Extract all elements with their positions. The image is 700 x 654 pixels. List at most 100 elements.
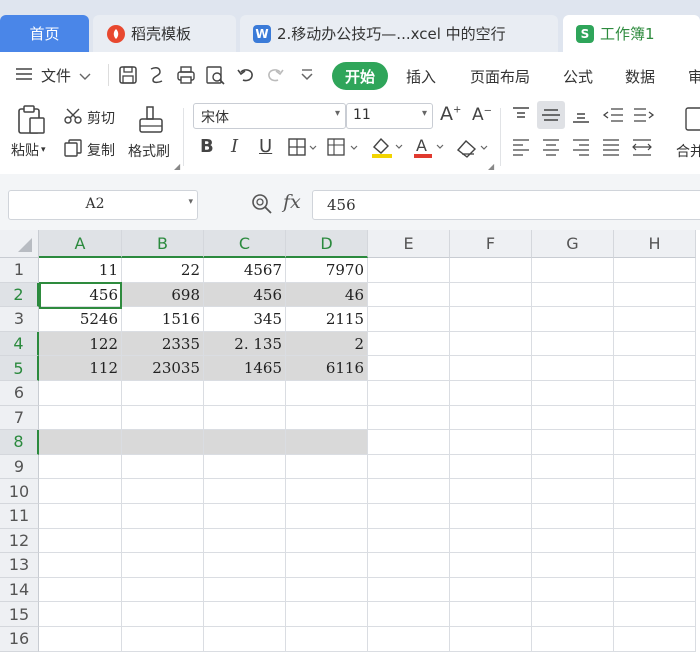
cell-c9[interactable] xyxy=(204,454,286,480)
column-header-a[interactable]: A xyxy=(39,230,122,258)
cell-h2[interactable] xyxy=(614,282,696,308)
cell-h1[interactable] xyxy=(614,258,696,283)
cell-a5[interactable]: 112 xyxy=(39,356,122,381)
cell-f4[interactable] xyxy=(450,331,532,357)
cell-f5[interactable] xyxy=(450,356,532,381)
menu-item-insert[interactable]: 插入 xyxy=(406,66,436,87)
column-header-e[interactable]: E xyxy=(368,230,450,258)
cell-e7[interactable] xyxy=(368,405,450,431)
cell-e10[interactable] xyxy=(368,479,450,504)
row-header-8[interactable]: 8 xyxy=(0,430,39,455)
distributed-align-icon[interactable] xyxy=(630,137,654,161)
cell-f15[interactable] xyxy=(450,602,532,627)
format-painter-label[interactable]: 格式刷 xyxy=(128,141,170,161)
cell-f11[interactable] xyxy=(450,504,532,529)
cell-a16[interactable] xyxy=(39,627,122,652)
cell-h9[interactable] xyxy=(614,454,696,480)
cell-d6[interactable] xyxy=(286,381,368,406)
cell-a12[interactable] xyxy=(39,528,122,554)
cell-b1[interactable]: 22 xyxy=(122,258,204,283)
cell-e2[interactable] xyxy=(368,282,450,308)
cell-b12[interactable] xyxy=(122,528,204,554)
font-color-icon[interactable]: A xyxy=(412,135,446,163)
cell-b9[interactable] xyxy=(122,454,204,480)
cell-d10[interactable] xyxy=(286,479,368,504)
cell-g5[interactable] xyxy=(532,356,614,381)
cell-f1[interactable] xyxy=(450,258,532,283)
cell-h15[interactable] xyxy=(614,602,696,627)
format-painter-icon[interactable] xyxy=(136,104,166,140)
cell-b4[interactable]: 2335 xyxy=(122,331,204,357)
cell-b10[interactable] xyxy=(122,479,204,504)
cell-d8[interactable] xyxy=(286,430,368,455)
cell-b14[interactable] xyxy=(122,577,204,603)
row-header-2[interactable]: 2 xyxy=(0,282,39,308)
cell-h12[interactable] xyxy=(614,528,696,554)
cell-a7[interactable] xyxy=(39,405,122,431)
cell-g15[interactable] xyxy=(532,602,614,627)
merge-cells-icon[interactable] xyxy=(683,106,700,136)
export-pdf-icon[interactable] xyxy=(146,64,168,86)
cell-f9[interactable] xyxy=(450,454,532,480)
cell-c2[interactable]: 456 xyxy=(204,282,286,308)
cell-d11[interactable] xyxy=(286,504,368,529)
print-preview-icon[interactable] xyxy=(204,64,226,86)
cell-d1[interactable]: 7970 xyxy=(286,258,368,283)
italic-icon[interactable]: I xyxy=(231,136,238,157)
cut-button[interactable]: 剪切 xyxy=(63,107,115,129)
menu-item-data[interactable]: 数据 xyxy=(625,66,655,87)
cell-f8[interactable] xyxy=(450,430,532,455)
cell-a8[interactable] xyxy=(39,430,122,455)
clear-format-icon[interactable] xyxy=(455,137,489,163)
row-header-12[interactable]: 12 xyxy=(0,528,39,554)
cell-c6[interactable] xyxy=(204,381,286,406)
cell-d7[interactable] xyxy=(286,405,368,431)
cell-c13[interactable] xyxy=(204,553,286,578)
cell-c1[interactable]: 4567 xyxy=(204,258,286,283)
cell-f2[interactable] xyxy=(450,282,532,308)
cell-b15[interactable] xyxy=(122,602,204,627)
merge-label[interactable]: 合并 xyxy=(676,141,700,161)
cell-h13[interactable] xyxy=(614,553,696,578)
align-center-icon[interactable] xyxy=(540,137,562,161)
cell-a13[interactable] xyxy=(39,553,122,578)
cell-d9[interactable] xyxy=(286,454,368,480)
cell-f6[interactable] xyxy=(450,381,532,406)
cell-a3[interactable]: 5246 xyxy=(39,307,122,332)
menu-item-review[interactable]: 审 xyxy=(688,66,700,87)
cell-d4[interactable]: 2 xyxy=(286,331,368,357)
cell-c7[interactable] xyxy=(204,405,286,431)
borders-icon[interactable] xyxy=(288,138,318,160)
cell-g16[interactable] xyxy=(532,627,614,652)
cell-h8[interactable] xyxy=(614,430,696,455)
cell-a9[interactable] xyxy=(39,454,122,480)
fill-color-icon[interactable] xyxy=(370,135,404,163)
cell-d14[interactable] xyxy=(286,577,368,603)
cell-e15[interactable] xyxy=(368,602,450,627)
cell-d12[interactable] xyxy=(286,528,368,554)
cell-f14[interactable] xyxy=(450,577,532,603)
undo-icon[interactable] xyxy=(235,64,257,86)
align-bottom-icon[interactable] xyxy=(570,105,592,129)
row-header-13[interactable]: 13 xyxy=(0,553,39,578)
cell-f12[interactable] xyxy=(450,528,532,554)
cell-e6[interactable] xyxy=(368,381,450,406)
select-all-corner[interactable] xyxy=(0,230,39,258)
cell-style-icon[interactable] xyxy=(327,138,359,160)
cell-g10[interactable] xyxy=(532,479,614,504)
cell-a4[interactable]: 122 xyxy=(39,331,122,357)
row-header-16[interactable]: 16 xyxy=(0,627,39,652)
cell-a15[interactable] xyxy=(39,602,122,627)
row-header-3[interactable]: 3 xyxy=(0,307,39,332)
save-icon[interactable] xyxy=(117,64,139,86)
cell-b7[interactable] xyxy=(122,405,204,431)
cell-e4[interactable] xyxy=(368,331,450,357)
cell-c10[interactable] xyxy=(204,479,286,504)
column-header-g[interactable]: G xyxy=(532,230,614,258)
column-header-d[interactable]: D xyxy=(286,230,368,258)
tab-docer[interactable]: 稻壳模板 xyxy=(93,15,236,52)
cell-h7[interactable] xyxy=(614,405,696,431)
cell-g9[interactable] xyxy=(532,454,614,480)
cell-b16[interactable] xyxy=(122,627,204,652)
tab-workbook[interactable]: S 工作簿1 xyxy=(563,15,700,52)
